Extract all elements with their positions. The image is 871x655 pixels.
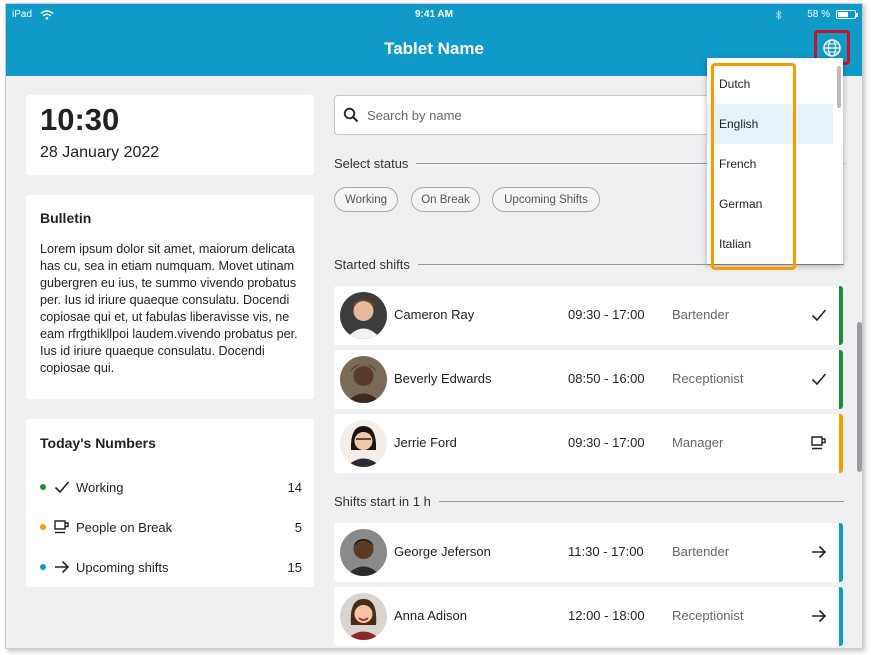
language-dropdown: Dutch English French German Italian: [707, 58, 843, 264]
section-label: Started shifts: [334, 256, 410, 272]
globe-icon: [823, 38, 841, 57]
shift-row[interactable]: Anna Adison 12:00 - 18:00 Receptionist: [334, 587, 843, 646]
section-label: Shifts start in 1 h: [334, 493, 431, 509]
language-option-italian[interactable]: Italian: [707, 224, 833, 264]
numbers-label: Upcoming shifts: [76, 559, 169, 575]
shift-time: 11:30 - 17:00: [568, 544, 644, 559]
employee-role: Bartender: [672, 307, 730, 322]
status-bar-right: 58 %: [775, 9, 858, 20]
shift-time: 12:00 - 18:00: [568, 608, 645, 623]
shift-time: 09:30 - 17:00: [568, 307, 645, 322]
filter-chip-working[interactable]: Working: [334, 187, 398, 212]
employee-role: Manager: [672, 435, 724, 450]
status-color-bar: [839, 350, 843, 409]
shift-time: 08:50 - 16:00: [568, 371, 645, 386]
arrow-right-icon: [808, 605, 830, 627]
search-icon: [343, 107, 359, 128]
status-dot: [40, 564, 46, 570]
shift-row[interactable]: George Jeferson 11:30 - 17:00 Bartender: [334, 523, 843, 582]
arrow-right-icon: [808, 541, 830, 563]
search-box: [334, 95, 714, 135]
language-option-english[interactable]: English: [707, 104, 833, 144]
employee-role: Receptionist: [672, 371, 744, 386]
todays-numbers-card: Today's Numbers Working 14 People on Bre…: [26, 419, 314, 587]
coffee-icon: [808, 432, 830, 454]
shift-time: 09:30 - 17:00: [568, 435, 645, 450]
clock-card: 10:30 28 January 2022: [26, 95, 314, 175]
status-color-bar: [839, 587, 843, 646]
clock-date: 28 January 2022: [40, 144, 160, 161]
filter-chip-upcoming[interactable]: Upcoming Shifts: [492, 187, 600, 212]
status-color-bar: [839, 523, 843, 582]
language-option-french[interactable]: French: [707, 144, 833, 184]
numbers-count: 15: [287, 559, 302, 575]
status-color-bar: [839, 414, 843, 473]
check-icon: [808, 304, 830, 326]
page-scrollbar[interactable]: [857, 322, 862, 472]
numbers-count: 14: [287, 479, 302, 495]
employee-name: George Jeferson: [394, 544, 491, 559]
bulletin-title: Bulletin: [40, 210, 92, 226]
arrow-right-icon: [52, 557, 72, 577]
bulletin-text: Lorem ipsum dolor sit amet, maiorum deli…: [40, 242, 298, 375]
avatar: [340, 420, 387, 467]
employee-name: Beverly Edwards: [394, 371, 492, 386]
employee-name: Anna Adison: [394, 608, 468, 623]
status-dot: [40, 524, 46, 530]
section-label: Select status: [334, 155, 409, 171]
numbers-label: Working: [76, 479, 124, 495]
status-color-bar: [839, 286, 843, 345]
employee-role: Receptionist: [672, 608, 744, 623]
search-input[interactable]: [367, 104, 697, 126]
avatar: [340, 529, 387, 576]
numbers-label: People on Break: [76, 519, 173, 535]
shift-row[interactable]: Beverly Edwards 08:50 - 16:00 Receptioni…: [334, 350, 843, 409]
bulletin-card: Bulletin Lorem ipsum dolor sit amet, mai…: [26, 195, 314, 399]
language-option-dutch[interactable]: Dutch: [707, 64, 833, 104]
coffee-icon: [52, 517, 72, 537]
numbers-title: Today's Numbers: [40, 435, 156, 451]
dropdown-scrollbar[interactable]: [837, 66, 841, 108]
status-bar-time: 9:41 AM: [415, 9, 453, 20]
shift-row[interactable]: Cameron Ray 09:30 - 17:00 Bartender: [334, 286, 843, 345]
divider: [438, 500, 844, 502]
page-title: Tablet Name: [384, 39, 484, 58]
battery-percent: 58 %: [807, 9, 830, 20]
check-icon: [52, 477, 72, 497]
battery-icon: [836, 10, 858, 19]
avatar: [340, 593, 387, 640]
avatar: [340, 356, 387, 403]
employee-role: Bartender: [672, 544, 730, 559]
upcoming-shifts-heading: Shifts start in 1 h: [334, 493, 844, 509]
shift-row[interactable]: Jerrie Ford 09:30 - 17:00 Manager: [334, 414, 843, 473]
status-dot: [40, 484, 46, 490]
employee-name: Cameron Ray: [394, 307, 475, 322]
numbers-row-working: Working 14: [40, 477, 302, 497]
bluetooth-icon: [775, 9, 782, 20]
clock-time: 10:30: [40, 102, 120, 137]
avatar: [340, 292, 387, 339]
language-option-german[interactable]: German: [707, 184, 833, 224]
numbers-count: 5: [294, 519, 302, 535]
employee-name: Jerrie Ford: [394, 435, 457, 450]
filter-chip-on-break[interactable]: On Break: [411, 187, 480, 212]
check-icon: [808, 368, 830, 390]
numbers-row-upcoming: Upcoming shifts 15: [40, 557, 302, 577]
tablet-screen: iPad 9:41 AM 58 % Tablet Name 10:30 28 J…: [5, 3, 863, 649]
numbers-row-break: People on Break 5: [40, 517, 302, 537]
